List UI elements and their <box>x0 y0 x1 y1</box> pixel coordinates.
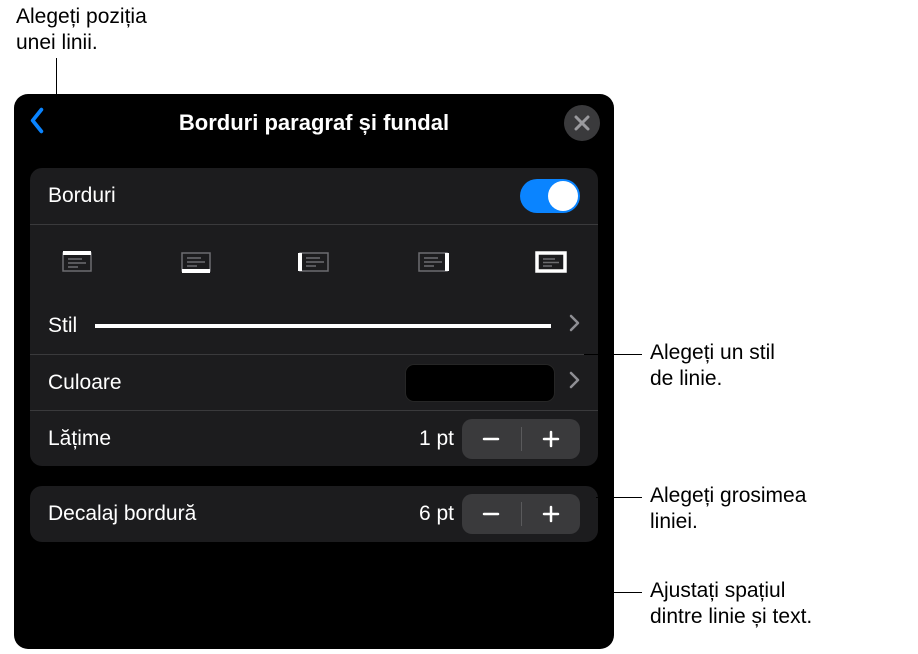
offset-stepper <box>462 494 580 534</box>
callout-line <box>596 497 642 498</box>
callout-position: Alegeți poziția unei linii. <box>16 4 147 57</box>
style-preview-line <box>95 324 551 328</box>
width-increment[interactable] <box>522 419 581 459</box>
width-value: 1 pt <box>384 427 454 451</box>
offset-label: Decalaj bordură <box>48 502 196 526</box>
offset-section: Decalaj bordură 6 pt <box>30 486 598 542</box>
border-position-all[interactable] <box>534 250 568 274</box>
callout-text: Alegeți poziția <box>16 4 147 30</box>
border-all-icon <box>534 250 568 274</box>
plus-icon <box>541 429 561 449</box>
width-row: Lățime 1 pt <box>30 410 598 466</box>
callout-width: Alegeți grosimea liniei. <box>650 483 806 536</box>
offset-row: Decalaj bordură 6 pt <box>30 486 598 542</box>
plus-icon <box>541 504 561 524</box>
border-position-top[interactable] <box>60 250 94 274</box>
panel-header: Borduri paragraf și fundal <box>14 94 614 152</box>
callout-text: Alegeți grosimea <box>650 483 806 509</box>
color-label: Culoare <box>48 371 122 395</box>
width-label: Lățime <box>48 427 111 451</box>
callout-offset: Ajustați spațiul dintre linie și text. <box>650 578 812 631</box>
width-decrement[interactable] <box>462 419 521 459</box>
offset-decrement[interactable] <box>462 494 521 534</box>
color-swatch[interactable] <box>405 364 555 402</box>
toggle-knob <box>548 181 578 211</box>
borders-section: Borduri <box>30 168 598 466</box>
borders-label: Borduri <box>48 184 116 208</box>
border-position-row <box>30 224 598 298</box>
callout-line <box>584 354 642 355</box>
color-row[interactable]: Culoare <box>30 354 598 410</box>
chevron-right-icon <box>569 371 580 395</box>
minus-icon <box>481 429 501 449</box>
callout-text: Ajustați spațiul <box>650 578 812 604</box>
callout-text: dintre linie și text. <box>650 604 812 630</box>
border-position-right[interactable] <box>416 250 450 274</box>
borders-toggle[interactable] <box>520 179 580 213</box>
width-stepper <box>462 419 580 459</box>
borders-toggle-row: Borduri <box>30 168 598 224</box>
border-position-bottom[interactable] <box>179 250 213 274</box>
callout-text: unei linii. <box>16 30 147 56</box>
callout-style: Alegeți un stil de linie. <box>650 340 775 393</box>
panel-title: Borduri paragraf și fundal <box>179 110 449 136</box>
borders-panel: Borduri paragraf și fundal Borduri <box>14 94 614 649</box>
border-position-left[interactable] <box>297 250 331 274</box>
border-bottom-icon <box>179 250 213 274</box>
border-top-icon <box>60 250 94 274</box>
callout-text: liniei. <box>650 509 806 535</box>
callout-line <box>596 592 642 593</box>
close-button[interactable] <box>564 105 600 141</box>
style-label: Stil <box>48 314 77 338</box>
offset-increment[interactable] <box>522 494 581 534</box>
border-left-icon <box>297 250 331 274</box>
chevron-right-icon <box>569 314 580 338</box>
back-button[interactable] <box>28 108 46 139</box>
callout-text: Alegeți un stil <box>650 340 775 366</box>
callout-text: de linie. <box>650 366 775 392</box>
offset-value: 6 pt <box>384 502 454 526</box>
close-icon <box>574 115 590 131</box>
minus-icon <box>481 504 501 524</box>
border-right-icon <box>416 250 450 274</box>
chevron-left-icon <box>28 108 46 134</box>
style-row[interactable]: Stil <box>30 298 598 354</box>
